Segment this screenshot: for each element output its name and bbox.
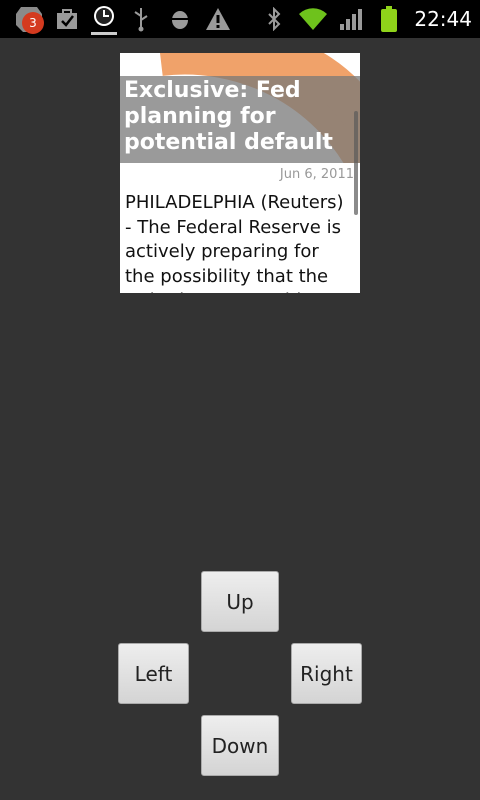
android-debug-icon [166, 0, 194, 38]
down-button[interactable]: Down [201, 715, 279, 776]
left-button[interactable]: Left [118, 643, 189, 704]
article-date: Jun 6, 2011 [279, 167, 354, 182]
status-bar: 3 22:44 [0, 0, 480, 38]
news-widget[interactable]: Exclusive: Fed planning for potential de… [120, 53, 360, 293]
status-clock: 22:44 [414, 7, 472, 31]
article-body: PHILADELPHIA (Reuters) - The Federal Res… [125, 192, 344, 293]
battery-icon [378, 0, 400, 38]
alarm-clock-icon [88, 0, 120, 38]
wifi-icon [296, 0, 330, 38]
bluetooth-icon [264, 0, 284, 38]
warning-icon [204, 0, 232, 38]
right-button[interactable]: Right [291, 643, 362, 704]
widget-scrollbar[interactable] [354, 111, 358, 215]
headline-overlay: Exclusive: Fed planning for potential de… [120, 76, 360, 163]
headline[interactable]: Exclusive: Fed planning for potential de… [124, 78, 350, 156]
shopping-bag-icon [54, 0, 80, 38]
signal-icon [338, 0, 364, 38]
up-button[interactable]: Up [201, 571, 279, 632]
notification-count-badge: 3 [22, 12, 44, 34]
usb-icon [130, 0, 152, 38]
